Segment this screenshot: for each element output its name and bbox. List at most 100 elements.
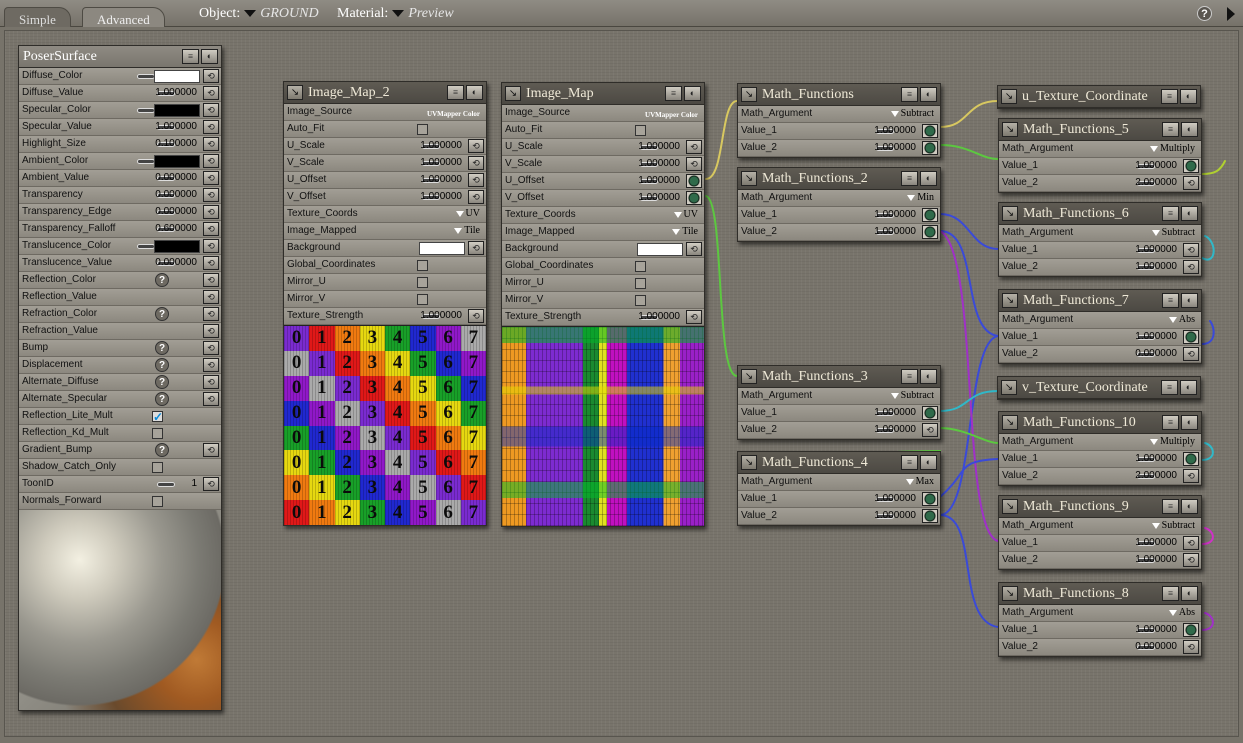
help-icon[interactable]: ? [1197,6,1212,21]
param-row-math-argument[interactable]: Math_Argument Max [738,474,940,491]
param-row-value-1[interactable]: Value_1 1.000000 ⟲ [999,242,1201,259]
param-value[interactable]: 2.000000 [1135,175,1177,191]
input-plug-icon[interactable]: ⟲ [203,290,219,304]
math-node-math-functions-8[interactable]: ↘ Math_Functions_8 ≡ ◐ Math_Argument Abs Value… [998,582,1202,657]
input-plug-icon[interactable]: ⟲ [203,171,219,185]
input-plug-icon[interactable]: ⟲ [203,477,219,491]
checkbox[interactable] [635,261,646,272]
param-row-mirror-v[interactable]: Mirror_V [502,292,704,309]
param-row-v-offset[interactable]: V_Offset 1.000000 ⟲ [284,189,486,206]
slider-knob-icon[interactable] [137,244,155,249]
node-header[interactable]: ↘ Image_Map ≡ ◐ [502,83,704,105]
param-value[interactable]: 2.000000 [1135,468,1177,484]
poser-surface-node[interactable]: PoserSurface ≡ ◐ Diffuse_Color ⟲ Diffuse_V… [18,45,222,711]
input-plug-icon[interactable]: ⟲ [203,137,219,151]
param-row-math-argument[interactable]: Math_Argument Abs [999,312,1201,329]
input-plug-icon[interactable] [1183,330,1199,344]
math-node-math-functions-6[interactable]: ↘ Math_Functions_6 ≡ ◐ Math_Argument Subtract… [998,202,1202,277]
param-row-value-2[interactable]: Value_2 1.000000 [738,224,940,241]
checkbox[interactable] [152,428,163,439]
param-row-auto-fit[interactable]: Auto_Fit [502,122,704,139]
collapse-icon[interactable]: ◐ [1181,206,1198,221]
shader-canvas[interactable]: PoserSurface ≡ ◐ Diffuse_Color ⟲ Diffuse_V… [4,30,1239,737]
node-type-icon[interactable]: ↘ [741,171,757,186]
input-plug-icon[interactable]: ⟲ [203,307,219,321]
node-header[interactable]: ↘ Math_Functions_7 ≡ ◐ [999,290,1201,312]
checkbox[interactable] [417,277,428,288]
param-value[interactable]: 1.000000 [420,155,462,171]
connection-wire[interactable] [939,390,999,412]
menu-icon[interactable]: ≡ [447,85,464,100]
node-type-icon[interactable]: ↘ [1002,586,1018,601]
node-header[interactable]: PoserSurface ≡ ◐ [19,46,221,68]
param-row-v-offset[interactable]: V_Offset 1.000000 [502,190,704,207]
connection-wire[interactable] [939,335,999,516]
input-plug-icon[interactable]: ⟲ [203,188,219,202]
param-value[interactable]: 0.000000 [155,170,197,186]
param-value[interactable]: 1.000000 [420,172,462,188]
input-plug-icon[interactable]: ⟲ [203,205,219,219]
param-row-image-source[interactable]: Image_Source UVMapper Color [284,104,486,121]
param-row-ambient-color[interactable]: Ambient_Color ⟲ [19,153,221,170]
param-row-refraction-color[interactable]: Refraction_Color? ⟲ [19,306,221,323]
param-row-image-mapped[interactable]: Image_Mapped Tile [502,224,704,241]
param-row-u-offset[interactable]: U_Offset 1.000000 ⟲ [284,172,486,189]
input-plug-icon[interactable]: ⟲ [1183,553,1199,567]
input-plug-icon[interactable]: ⟲ [203,358,219,372]
dropdown-value[interactable]: Subtract [1151,225,1195,241]
menu-icon[interactable]: ≡ [665,86,682,101]
input-plug-icon[interactable] [1183,452,1199,466]
connection-wire[interactable] [939,144,999,160]
node-type-icon[interactable]: ↘ [505,86,521,101]
play-icon[interactable] [1227,7,1235,21]
param-value[interactable]: 1.000000 [874,224,916,240]
input-plug-icon[interactable]: ⟲ [1183,640,1199,654]
param-row-alternate-specular[interactable]: Alternate_Specular? ⟲ [19,391,221,408]
input-plug-icon[interactable]: ⟲ [203,154,219,168]
menu-icon[interactable]: ≡ [1161,380,1178,395]
checkbox[interactable] [152,496,163,507]
node-header[interactable]: ↘ Math_Functions_2 ≡ ◐ [738,168,940,190]
collapse-icon[interactable]: ◐ [920,455,937,470]
image-source-value[interactable]: UVMapper Color [427,106,480,122]
node-header[interactable]: ↘ Math_Functions_5 ≡ ◐ [999,119,1201,141]
node-type-icon[interactable]: ↘ [1002,293,1018,308]
param-value[interactable]: 0.000000 [155,204,197,220]
menu-icon[interactable]: ≡ [1162,293,1179,308]
input-plug-icon[interactable]: ⟲ [203,443,219,457]
param-row-image-mapped[interactable]: Image_Mapped Tile [284,223,486,240]
input-plug-icon[interactable]: ⟲ [468,173,484,187]
color-swatch[interactable] [419,242,465,255]
input-plug-icon[interactable]: ⟲ [468,156,484,170]
param-row-value-2[interactable]: Value_2 1.000000 ⟲ [999,552,1201,569]
color-swatch[interactable] [154,155,200,168]
node-type-icon[interactable]: ↘ [741,369,757,384]
color-swatch[interactable] [637,243,683,256]
input-plug-icon[interactable] [922,208,938,222]
dropdown-value[interactable]: Subtract [890,388,934,404]
connection-wire[interactable] [1201,160,1226,175]
param-row-u-scale[interactable]: U_Scale 1.000000 ⟲ [284,138,486,155]
collapse-icon[interactable]: ◐ [1180,89,1197,104]
param-value[interactable]: 0.000000 [155,187,197,203]
param-value[interactable]: 1.000000 [420,308,462,324]
param-value[interactable]: 1.000000 [874,508,916,524]
param-row-mirror-v[interactable]: Mirror_V [284,291,486,308]
connection-wire[interactable] [939,213,999,250]
image-source-value[interactable]: UVMapper Color [645,107,698,123]
slider-knob-icon[interactable] [137,74,155,79]
input-plug-icon[interactable]: ⟲ [203,239,219,253]
param-row-bump[interactable]: Bump? ⟲ [19,340,221,357]
dropdown-value[interactable]: Abs [1168,312,1195,328]
slider-knob-icon[interactable] [157,482,175,487]
param-value[interactable]: 1.000000 [1135,259,1177,275]
param-row-math-argument[interactable]: Math_Argument Abs [999,605,1201,622]
math-node-math-functions-10[interactable]: ↘ Math_Functions_10 ≡ ◐ Math_Argument Multipl… [998,411,1202,486]
collapse-icon[interactable]: ◐ [1181,415,1198,430]
input-plug-icon[interactable] [922,406,938,420]
math-node-math-functions-3[interactable]: ↘ Math_Functions_3 ≡ ◐ Math_Argument Subtract… [737,365,941,440]
collapse-icon[interactable]: ◐ [684,86,701,101]
connection-wire[interactable] [1201,527,1214,545]
dropdown-value[interactable]: Multiply [1149,141,1195,157]
menu-icon[interactable]: ≡ [901,171,918,186]
